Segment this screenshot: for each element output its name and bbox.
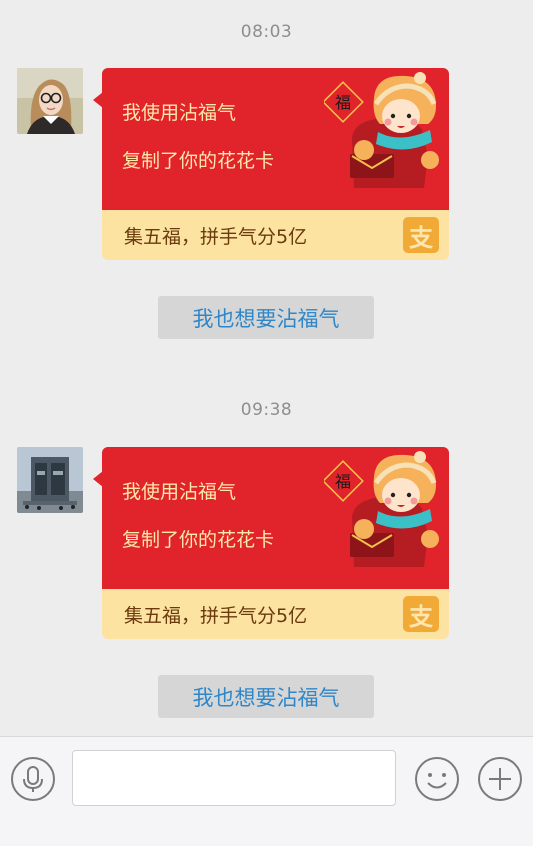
card-line-2: 复制了你的花花卡 <box>122 150 275 172</box>
alipay-icon: 支 <box>403 596 439 632</box>
avatar-girl-image <box>17 68 83 134</box>
avatar-girl[interactable] <box>17 68 83 134</box>
input-bar <box>0 736 533 846</box>
card-header: 我使用沾福气 复制了你的花花卡 福 <box>102 447 449 589</box>
card-line-2: 复制了你的花花卡 <box>122 529 275 551</box>
alipay-icon: 支 <box>403 217 439 253</box>
avatar-monument[interactable] <box>17 447 83 513</box>
card-footer: 集五福，拼手气分5亿 支 <box>102 210 449 260</box>
fu-badge: 福 <box>335 93 351 112</box>
card-line-1: 我使用沾福气 <box>122 481 237 503</box>
emoji-icon[interactable] <box>414 756 460 802</box>
fu-card-message[interactable]: 我使用沾福气 复制了你的花花卡 福 集五福，拼手气分5亿 支 <box>93 68 449 260</box>
fu-card-message[interactable]: 我使用沾福气 复制了你的花花卡 福 集五福，拼手气分5亿 支 <box>93 447 449 639</box>
avatar-monument-image <box>17 447 83 513</box>
fu-character-illustration: 福 <box>324 451 439 567</box>
card-footer-text: 集五福，拼手气分5亿 <box>124 605 308 627</box>
fu-action-button[interactable]: 我也想要沾福气 <box>158 675 374 718</box>
chat-area: 08:03 我使用沾福气 复制了你的花花卡 福 集五福，拼手气分5亿 支 我也想… <box>0 0 533 736</box>
card-header: 我使用沾福气 复制了你的花花卡 福 <box>102 68 449 210</box>
message-input[interactable] <box>72 750 396 806</box>
fu-badge: 福 <box>335 472 351 491</box>
card-line-1: 我使用沾福气 <box>122 102 237 124</box>
card-footer: 集五福，拼手气分5亿 支 <box>102 589 449 639</box>
plus-icon[interactable] <box>477 756 523 802</box>
timestamp: 08:03 <box>240 22 293 42</box>
fu-character-illustration: 福 <box>324 72 439 188</box>
timestamp: 09:38 <box>240 400 293 420</box>
fu-action-button[interactable]: 我也想要沾福气 <box>158 296 374 339</box>
microphone-icon[interactable] <box>10 756 56 802</box>
card-footer-text: 集五福，拼手气分5亿 <box>124 226 308 248</box>
